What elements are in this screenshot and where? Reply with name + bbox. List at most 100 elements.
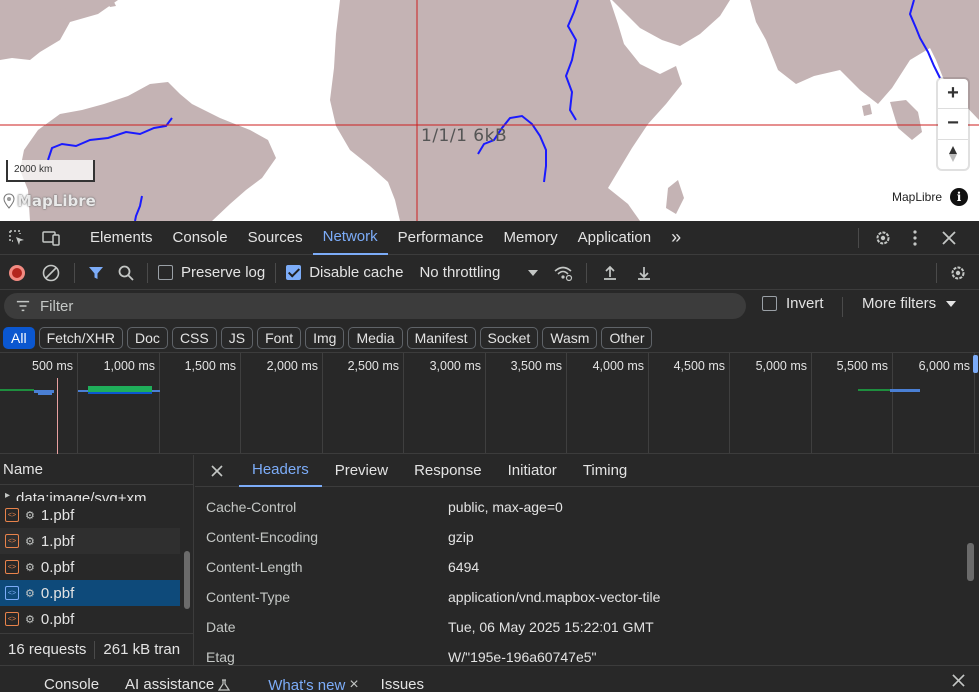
header-row: Etag W/"195e-196a60747e5" (206, 642, 597, 665)
request-row-selected[interactable]: <> ⚙ 0.pbf (0, 580, 180, 606)
type-filter-img[interactable]: Img (305, 327, 345, 349)
name-column-header[interactable]: Name (0, 455, 193, 485)
invert-checkbox[interactable]: Invert (762, 295, 824, 312)
preserve-log-checkbox[interactable]: Preserve log (158, 264, 265, 281)
throttling-select[interactable]: No throttling (419, 264, 539, 281)
filter-funnel-icon[interactable] (81, 256, 111, 290)
timeline-tick-label: 4,000 ms (592, 359, 644, 373)
type-filter-fetch-xhr[interactable]: Fetch/XHR (38, 327, 124, 349)
drawer-tab-issues[interactable]: Issues (381, 676, 424, 692)
maplibre-logo[interactable]: MapLibre (3, 192, 96, 210)
network-overview-timeline[interactable]: 500 ms 1,000 ms 1,500 ms 2,000 ms 2,500 ms 3,… (0, 352, 979, 454)
preserve-log-box[interactable] (158, 265, 173, 280)
tab-preview[interactable]: Preview (322, 455, 401, 487)
filter-input[interactable]: Filter (4, 293, 746, 319)
timeline-range-handle[interactable] (973, 355, 978, 373)
search-icon[interactable] (111, 256, 141, 290)
invert-label: Invert (786, 295, 824, 312)
device-toolbar-icon[interactable] (34, 221, 68, 255)
file-code-icon: <> (5, 560, 19, 574)
request-name: 0.pbf (40, 610, 75, 628)
filter-row: Filter Invert More filters (0, 291, 979, 323)
kebab-menu-icon[interactable] (899, 221, 931, 255)
tab-performance[interactable]: Performance (388, 221, 494, 255)
close-tab-icon[interactable]: × (349, 676, 358, 692)
more-filters-dropdown[interactable]: More filters (862, 295, 957, 312)
close-devtools-icon[interactable] (931, 221, 967, 255)
filter-divider (842, 297, 843, 317)
drawer-tab-whats-new[interactable]: What's new × (268, 676, 358, 692)
tab-console[interactable]: Console (163, 221, 238, 255)
type-filter-doc[interactable]: Doc (127, 327, 168, 349)
tab-elements[interactable]: Elements (80, 221, 163, 255)
header-value: Tue, 06 May 2025 15:22:01 GMT (448, 619, 654, 635)
timeline-tick-label: 3,000 ms (429, 359, 481, 373)
map-canvas[interactable]: 1/1/1 6kB 2000 km MapLibre MapLibre i + … (0, 0, 979, 221)
inspect-element-icon[interactable] (0, 221, 34, 255)
type-filter-font[interactable]: Font (257, 327, 302, 349)
drawer-tab-bar: Console AI assistance What's new × Issue… (0, 665, 979, 692)
timeline-gridline (77, 353, 78, 453)
drawer-tab-label: Issues (380, 676, 425, 692)
network-conditions-icon[interactable] (546, 256, 580, 290)
info-icon[interactable]: i (950, 188, 968, 206)
filter-icon (16, 300, 30, 312)
type-filter-css[interactable]: CSS (171, 327, 217, 349)
land-arabia (612, 0, 730, 46)
compass-button[interactable] (938, 140, 968, 169)
type-filter-all[interactable]: All (3, 327, 35, 349)
tab-response[interactable]: Response (401, 455, 495, 487)
network-settings-icon[interactable] (941, 256, 975, 290)
close-drawer-icon[interactable] (944, 670, 972, 690)
tab-application[interactable]: Application (568, 221, 661, 255)
import-har-icon[interactable] (593, 256, 627, 290)
settings-gear-icon[interactable] (867, 221, 899, 255)
tile-debug-label: 1/1/1 6kB (421, 126, 508, 146)
close-details-icon[interactable] (195, 455, 239, 487)
more-filters-label: More filters (862, 295, 937, 312)
network-summary-bar: 16 requests 261 kB tran (0, 633, 194, 665)
toolbar-divider (74, 262, 75, 283)
request-row[interactable]: <> ⚙ 1.pbf (0, 528, 180, 554)
disable-cache-checkbox[interactable]: Disable cache (286, 264, 403, 281)
tab-memory[interactable]: Memory (494, 221, 568, 255)
details-scrollbar[interactable] (967, 543, 974, 581)
type-filter-socket[interactable]: Socket (479, 327, 539, 349)
request-list-scrollbar[interactable] (184, 551, 190, 609)
record-stop-icon[interactable] (0, 256, 34, 290)
type-filter-manifest[interactable]: Manifest (406, 327, 476, 349)
request-name: 1.pbf (40, 506, 75, 524)
tab-sources[interactable]: Sources (238, 221, 313, 255)
tab-timing[interactable]: Timing (570, 455, 640, 487)
invert-box[interactable] (762, 296, 777, 311)
tab-initiator[interactable]: Initiator (495, 455, 570, 487)
drawer-tab-console[interactable]: Console (44, 676, 99, 692)
file-code-icon: <> (5, 534, 19, 548)
disable-cache-box[interactable] (286, 265, 302, 280)
type-filter-other[interactable]: Other (601, 327, 653, 349)
attribution-control: MapLibre i (892, 188, 968, 206)
zoom-out-button[interactable]: − (938, 109, 968, 140)
timeline-bar (0, 389, 34, 391)
request-row[interactable]: <> ⚙ 1.pbf (0, 502, 180, 528)
timeline-tick-label: 1,500 ms (184, 359, 236, 373)
timeline-bar (890, 389, 920, 392)
scale-bar: 2000 km (6, 160, 95, 182)
request-name: 1.pbf (40, 532, 75, 550)
more-tabs-icon[interactable]: » (661, 221, 691, 255)
request-row[interactable]: <> ⚙ 0.pbf (0, 606, 180, 632)
type-filter-wasm[interactable]: Wasm (542, 327, 598, 349)
tab-network[interactable]: Network (312, 221, 388, 255)
export-har-icon[interactable] (627, 256, 661, 290)
type-filter-media[interactable]: Media (348, 327, 403, 349)
drawer-tab-ai-assistance[interactable]: AI assistance (125, 676, 231, 692)
attribution-text[interactable]: MapLibre (892, 190, 942, 204)
header-value: application/vnd.mapbox-vector-tile (448, 589, 661, 605)
request-row[interactable]: ▸ data:image/svg+xm... (0, 485, 180, 501)
tab-headers[interactable]: Headers (239, 455, 322, 487)
type-filter-js[interactable]: JS (220, 327, 254, 349)
request-row[interactable]: <> ⚙ 0.pbf (0, 554, 180, 580)
clear-log-icon[interactable] (34, 256, 68, 290)
zoom-in-button[interactable]: + (938, 79, 968, 110)
transferred-size: 261 kB tran (103, 641, 181, 658)
